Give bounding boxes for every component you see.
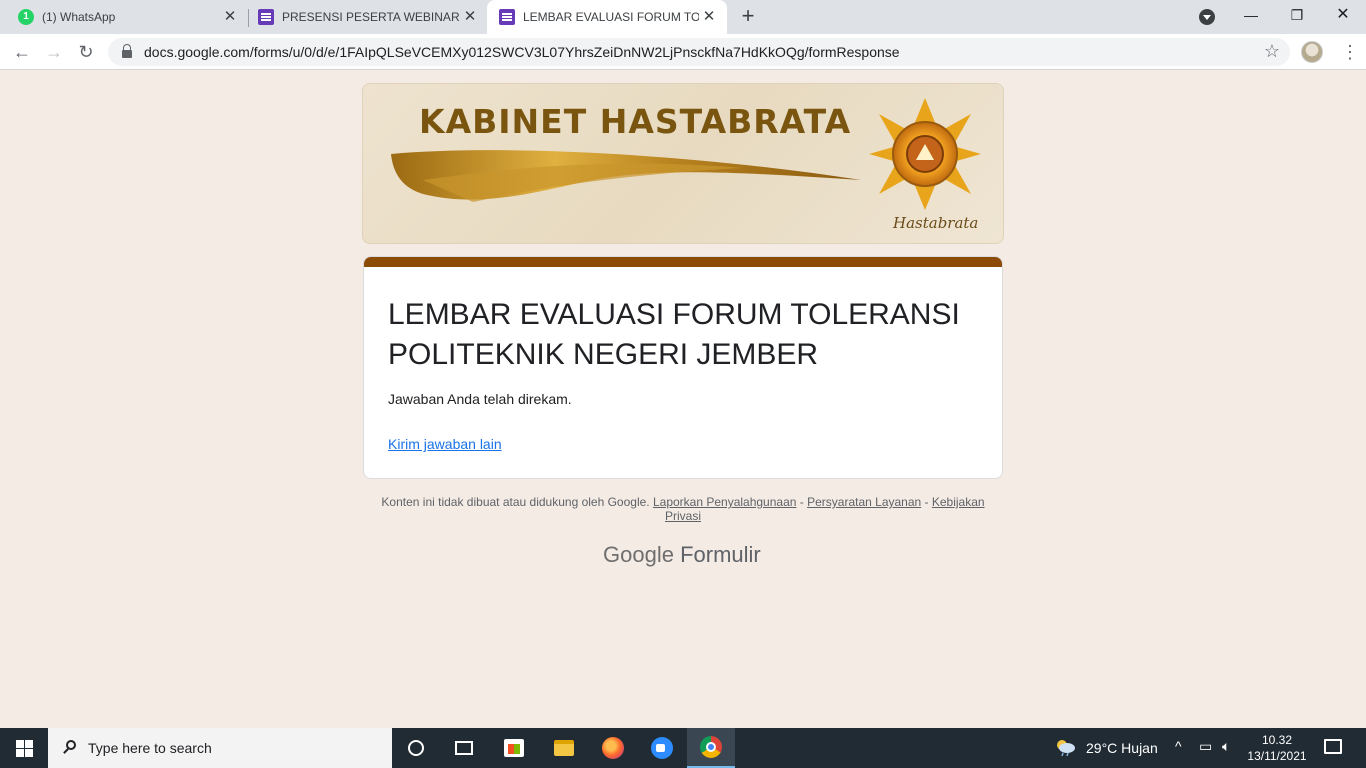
zoom-icon bbox=[651, 737, 673, 759]
google-forms-icon bbox=[499, 9, 515, 25]
minimize-button[interactable]: — bbox=[1228, 0, 1274, 34]
task-view-button[interactable] bbox=[440, 728, 488, 768]
zoom-button[interactable] bbox=[638, 728, 686, 768]
form-title: LEMBAR EVALUASI FORUM TOLERANSI POLITEKN… bbox=[388, 298, 960, 371]
network-icon[interactable]: ▭ bbox=[1199, 738, 1212, 755]
browser-tab-strip: 1 (1) WhatsApp ✕ PRESENSI PESERTA WEBINA… bbox=[0, 0, 1366, 34]
forward-button[interactable]: → bbox=[40, 38, 68, 66]
form-header-banner: KABINET HASTABRATA Hastabrata bbox=[362, 83, 1004, 244]
google-forms-brand[interactable]: Google Formulir bbox=[603, 542, 761, 568]
task-view-icon bbox=[455, 741, 473, 755]
taskbar-search-box[interactable]: Type here to search bbox=[48, 728, 392, 768]
show-hidden-icons-chevron-icon[interactable]: ^ bbox=[1175, 738, 1182, 754]
close-tab-icon[interactable]: ✕ bbox=[699, 7, 719, 27]
banner-logo-text: Hastabrata bbox=[893, 214, 979, 232]
notification-center-icon[interactable] bbox=[1324, 739, 1342, 754]
store-icon bbox=[504, 739, 524, 757]
hastabrata-logo bbox=[869, 98, 981, 210]
tab-title: LEMBAR EVALUASI FORUM TOLE bbox=[523, 10, 699, 24]
google-forms-icon bbox=[258, 9, 274, 25]
weather-rain-icon[interactable] bbox=[1054, 738, 1076, 756]
restore-button[interactable]: ❐ bbox=[1274, 0, 1320, 34]
chrome-menu-icon[interactable]: ⋮ bbox=[1340, 40, 1360, 64]
weather-text[interactable]: 29°C Hujan bbox=[1086, 740, 1158, 756]
back-button[interactable]: ← bbox=[8, 38, 36, 66]
microsoft-store-button[interactable] bbox=[490, 728, 538, 768]
search-icon bbox=[62, 740, 78, 756]
file-explorer-button[interactable] bbox=[540, 728, 588, 768]
disclaimer-text: Konten ini tidak dibuat atau didukung ol… bbox=[381, 495, 650, 509]
close-tab-icon[interactable]: ✕ bbox=[460, 7, 480, 27]
volume-icon[interactable]: 🔈︎ bbox=[1222, 738, 1230, 755]
lock-icon[interactable] bbox=[122, 44, 132, 58]
tab-title: PRESENSI PESERTA WEBINAR FO bbox=[282, 10, 460, 24]
clock-time: 10.32 bbox=[1261, 733, 1293, 747]
card-accent-bar bbox=[364, 257, 1002, 267]
forms-wordmark: Formulir bbox=[680, 542, 761, 567]
reload-button[interactable]: ↻ bbox=[72, 38, 100, 66]
folder-icon bbox=[554, 740, 574, 756]
tab-title: (1) WhatsApp bbox=[42, 10, 116, 24]
form-response-card: LEMBAR EVALUASI FORUM TOLERANSI POLITEKN… bbox=[363, 256, 1003, 479]
banner-title: KABINET HASTABRATA bbox=[419, 102, 852, 141]
google-wordmark: Google bbox=[603, 542, 674, 567]
whatsapp-icon: 1 bbox=[18, 9, 34, 25]
terms-link[interactable]: Persyaratan Layanan bbox=[807, 495, 921, 509]
firefox-icon bbox=[602, 737, 624, 759]
chrome-icon bbox=[700, 736, 722, 758]
windows-start-button[interactable] bbox=[0, 728, 48, 768]
url-text[interactable]: docs.google.com/forms/u/0/d/e/1FAIpQLSeV… bbox=[144, 44, 900, 60]
system-clock[interactable]: 10.32 13/11/2021 bbox=[1244, 732, 1310, 764]
tab-whatsapp[interactable]: 1 (1) WhatsApp ✕ bbox=[0, 0, 248, 34]
report-abuse-link[interactable]: Laporkan Penyalahgunaan bbox=[653, 495, 796, 509]
windows-taskbar: Type here to search 29°C Hujan ^ ▭ 🔈︎ 10… bbox=[0, 728, 1366, 768]
cortana-icon bbox=[408, 740, 424, 756]
footer-separator: - bbox=[796, 495, 808, 509]
chrome-taskbar-button[interactable] bbox=[687, 728, 735, 768]
tab-lembar-evaluasi[interactable]: LEMBAR EVALUASI FORUM TOLE ✕ bbox=[487, 0, 727, 34]
new-tab-button[interactable]: + bbox=[736, 5, 760, 29]
cortana-button[interactable] bbox=[392, 728, 440, 768]
bookmark-star-icon[interactable]: ☆ bbox=[1264, 41, 1280, 62]
submit-another-link[interactable]: Kirim jawaban lain bbox=[388, 436, 502, 452]
tab-search-icon[interactable] bbox=[1199, 9, 1215, 25]
profile-avatar[interactable] bbox=[1301, 41, 1323, 63]
confirmation-message: Jawaban Anda telah direkam. bbox=[388, 391, 572, 407]
firefox-button[interactable] bbox=[589, 728, 637, 768]
close-tab-icon[interactable]: ✕ bbox=[220, 7, 240, 27]
close-window-button[interactable]: ✕ bbox=[1320, 0, 1366, 34]
footer-disclaimer: Konten ini tidak dibuat atau didukung ol… bbox=[380, 495, 986, 523]
browser-toolbar: ← → ↻ docs.google.com/forms/u/0/d/e/1FAI… bbox=[0, 34, 1366, 70]
footer-separator: - bbox=[921, 495, 932, 509]
search-placeholder: Type here to search bbox=[88, 740, 212, 756]
tab-presensi[interactable]: PRESENSI PESERTA WEBINAR FO ✕ bbox=[240, 0, 488, 34]
address-bar[interactable]: docs.google.com/forms/u/0/d/e/1FAIpQLSeV… bbox=[108, 38, 1290, 66]
clock-date: 13/11/2021 bbox=[1247, 749, 1307, 763]
